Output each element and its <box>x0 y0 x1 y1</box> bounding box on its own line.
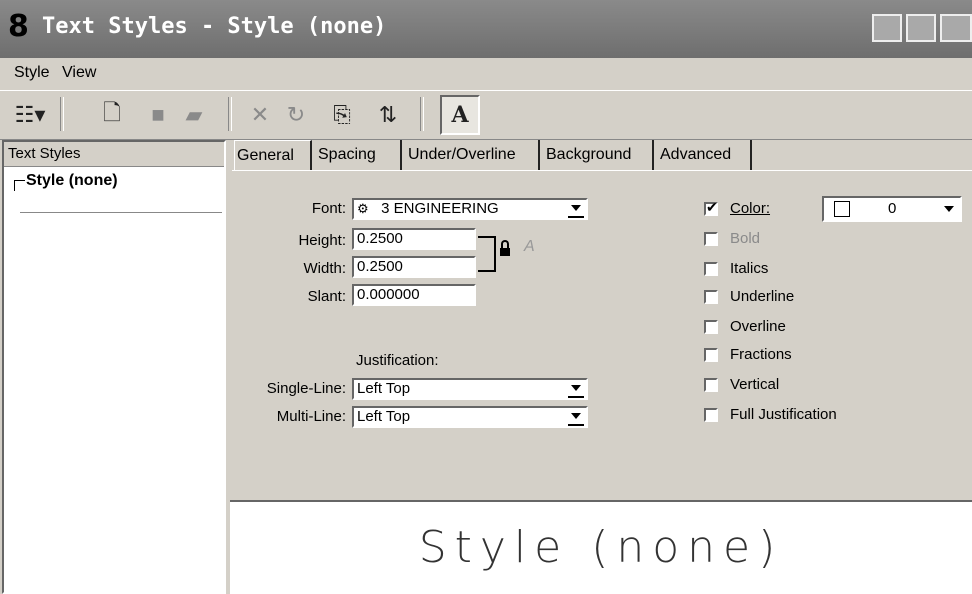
multi-line-label: Multi-Line: <box>276 408 346 425</box>
close-button[interactable] <box>940 14 972 42</box>
color-checkbox[interactable] <box>704 199 718 216</box>
fractions-checkbox[interactable] <box>704 348 718 362</box>
tab-general[interactable]: General <box>234 140 312 170</box>
aspect-bracket <box>478 236 496 272</box>
preview-text: Style (none) <box>418 522 784 573</box>
tree-header: Text Styles <box>4 142 224 167</box>
text-size-icon[interactable]: A <box>524 238 535 256</box>
multi-line-value: Left Top <box>357 408 411 425</box>
color-value: 0 <box>888 200 897 217</box>
new-style-icon[interactable]: 🗋 <box>96 99 128 131</box>
full-justification-label: Full Justification <box>730 406 837 423</box>
tree-view-icon[interactable]: ☷▾ <box>8 99 52 131</box>
font-label: Font: <box>311 200 346 217</box>
tab-under-overline[interactable]: Under/Overline <box>406 140 540 170</box>
app-logo-icon: 8 <box>8 9 29 44</box>
import-export-icon[interactable]: ⇅ <box>372 99 404 131</box>
height-label: Height: <box>298 232 346 249</box>
font-type-icon: ⚙ <box>357 201 369 216</box>
title-bar: 8 Text Styles - Style (none) <box>0 0 972 58</box>
vertical-checkbox[interactable] <box>704 378 718 392</box>
italics-checkbox[interactable] <box>704 262 718 276</box>
overline-checkbox[interactable] <box>704 320 718 334</box>
reset-icon[interactable]: ↻ <box>280 99 312 131</box>
vertical-label: Vertical <box>730 376 780 393</box>
chevron-down-icon <box>944 206 954 212</box>
slant-field[interactable]: 0.000000 <box>352 284 476 306</box>
toolbar-separator <box>228 97 232 131</box>
font-select-value: 3 ENGINEERING <box>381 200 499 217</box>
chevron-down-icon <box>568 202 584 218</box>
font-select[interactable]: ⚙ 3 ENGINEERING <box>352 198 588 220</box>
toolbar-separator <box>420 97 424 131</box>
bold-label: Bold <box>730 230 761 247</box>
minimize-button[interactable] <box>872 14 902 42</box>
menu-view[interactable]: View <box>62 64 96 82</box>
width-field[interactable]: 0.2500 <box>352 256 476 278</box>
save-as-icon[interactable]: ▰ <box>178 99 210 131</box>
maximize-button[interactable] <box>906 14 936 42</box>
style-preview: Style (none) <box>230 500 972 594</box>
color-label: Color: <box>730 200 771 217</box>
toolbar-separator <box>60 97 64 131</box>
tree-connector <box>14 180 25 191</box>
copy-icon[interactable]: ⎘ <box>326 99 358 131</box>
overline-label: Overline <box>730 318 786 335</box>
height-field[interactable]: 0.2500 <box>352 228 476 250</box>
width-label: Width: <box>303 260 346 277</box>
tab-background[interactable]: Background <box>544 140 654 170</box>
save-icon[interactable]: ■ <box>142 99 174 131</box>
multi-line-select[interactable]: Left Top <box>352 406 588 428</box>
menu-bar: Style View <box>0 58 972 88</box>
window-title: Text Styles - Style (none) <box>42 14 387 39</box>
text-preview-icon[interactable]: A <box>440 95 480 135</box>
lock-icon[interactable] <box>500 240 510 256</box>
full-justification-checkbox[interactable] <box>704 408 718 422</box>
bold-checkbox[interactable] <box>704 232 718 246</box>
fractions-label: Fractions <box>730 346 792 363</box>
single-line-label: Single-Line: <box>266 380 346 397</box>
style-tree: Text Styles Style (none) <box>2 140 226 594</box>
chevron-down-icon <box>568 410 584 426</box>
color-swatch <box>834 201 850 217</box>
slant-label: Slant: <box>307 288 346 305</box>
menu-style[interactable]: Style <box>14 64 50 82</box>
color-select[interactable]: 0 <box>822 196 962 222</box>
justification-heading: Justification: <box>356 352 439 369</box>
single-line-value: Left Top <box>357 380 411 397</box>
panel-border <box>232 170 972 171</box>
tab-spacing[interactable]: Spacing <box>316 140 402 170</box>
tab-advanced[interactable]: Advanced <box>658 140 752 170</box>
tree-divider <box>20 212 222 213</box>
tree-item-style-none[interactable]: Style (none) <box>26 172 118 190</box>
chevron-down-icon <box>568 382 584 398</box>
delete-icon[interactable]: ✕ <box>244 99 276 131</box>
italics-label: Italics <box>730 260 769 277</box>
underline-checkbox[interactable] <box>704 290 718 304</box>
toolbar: ☷▾ 🗋 ■ ▰ ✕ ↻ ⎘ ⇅ A <box>0 90 972 140</box>
single-line-select[interactable]: Left Top <box>352 378 588 400</box>
underline-label: Underline <box>730 288 795 305</box>
